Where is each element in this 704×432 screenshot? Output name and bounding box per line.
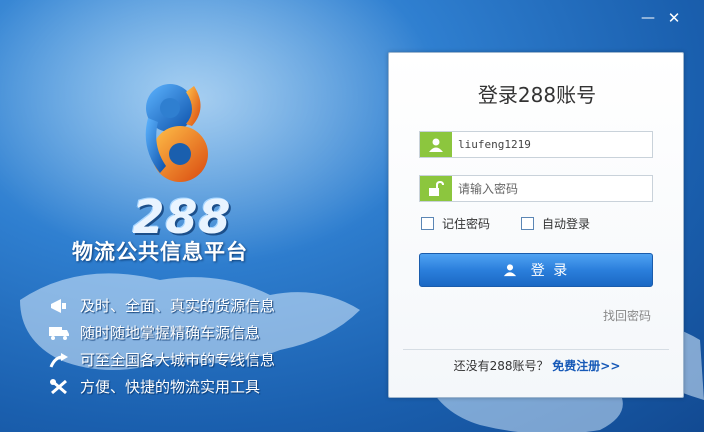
register-prompt: 还没有288账号？ bbox=[453, 359, 549, 373]
feature-item: 随时随地掌握精确车源信息 bbox=[46, 319, 346, 346]
username-input[interactable] bbox=[452, 132, 652, 157]
feature-list: 及时、全面、真实的货源信息 随时随地掌握精确车源信息 可至全国各大城市的专线信息… bbox=[46, 292, 346, 400]
feature-text: 随时随地掌握精确车源信息 bbox=[80, 324, 261, 342]
divider bbox=[403, 349, 669, 350]
username-field[interactable] bbox=[419, 131, 653, 158]
login-button[interactable]: 登 录 bbox=[419, 253, 653, 287]
feature-text: 及时、全面、真实的货源信息 bbox=[80, 297, 276, 315]
login-window: — ✕ 288 物流公共信息平台 及时、全面、真实的货源信息 随时随地掌握精确车… bbox=[0, 0, 704, 432]
brand-logo-icon bbox=[145, 84, 208, 182]
login-title: 登录288账号 bbox=[477, 83, 597, 107]
password-field[interactable] bbox=[419, 175, 653, 202]
checkbox-box[interactable] bbox=[521, 217, 534, 230]
forgot-password-link[interactable]: 找回密码 bbox=[603, 307, 651, 324]
auto-login-checkbox[interactable]: 自动登录 bbox=[521, 215, 590, 232]
minimize-button[interactable]: — bbox=[638, 8, 658, 28]
feature-item: 可至全国各大城市的专线信息 bbox=[46, 346, 346, 373]
brand-tagline: 物流公共信息平台 bbox=[72, 240, 248, 264]
megaphone-icon bbox=[46, 295, 72, 317]
remember-password-checkbox[interactable]: 记住密码 bbox=[421, 215, 490, 232]
login-button-label: 登 录 bbox=[530, 263, 570, 279]
feature-item: 方便、快捷的物流实用工具 bbox=[46, 373, 346, 400]
checkbox-box[interactable] bbox=[421, 217, 434, 230]
password-input[interactable] bbox=[452, 176, 652, 201]
user-icon bbox=[503, 263, 517, 277]
tools-icon bbox=[46, 376, 72, 398]
remember-password-label: 记住密码 bbox=[442, 217, 491, 231]
register-link[interactable]: 免费注册>> bbox=[552, 359, 620, 373]
register-row: 还没有288账号？ 免费注册>> bbox=[389, 357, 685, 374]
close-button[interactable]: ✕ bbox=[664, 8, 684, 28]
feature-text: 方便、快捷的物流实用工具 bbox=[80, 378, 261, 396]
feature-text: 可至全国各大城市的专线信息 bbox=[80, 351, 276, 369]
truck-icon bbox=[46, 322, 72, 344]
user-icon bbox=[420, 132, 452, 157]
auto-login-label: 自动登录 bbox=[542, 217, 591, 231]
feature-item: 及时、全面、真实的货源信息 bbox=[46, 292, 346, 319]
arrow-route-icon bbox=[46, 349, 72, 371]
login-panel: 登录288账号 记住密码 自动登录 登 录 找回密码 bbox=[388, 52, 684, 398]
lock-icon bbox=[420, 176, 452, 201]
